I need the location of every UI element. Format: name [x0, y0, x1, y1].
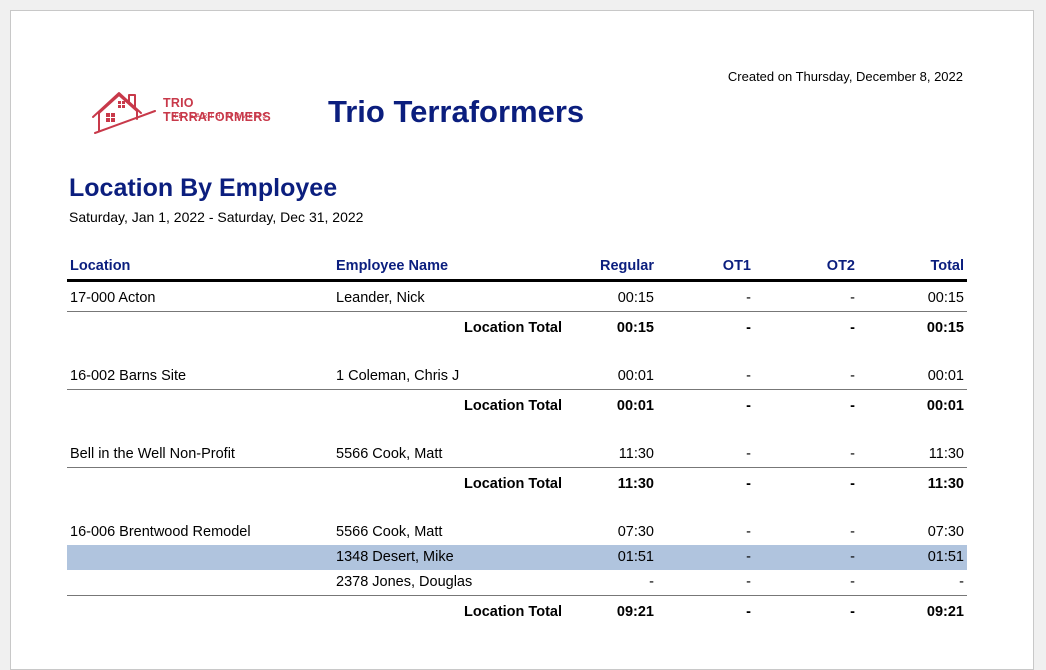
location-name: 16-006 Brentwood Remodel: [70, 524, 251, 540]
ot1-hours: -: [746, 446, 751, 462]
total-hours: 00:15: [927, 290, 964, 306]
total-total: 00:15: [926, 320, 964, 336]
column-header-ot2: OT2: [826, 258, 855, 274]
report-date-range: Saturday, Jan 1, 2022 - Saturday, Dec 31…: [69, 209, 364, 225]
total-ot1: -: [746, 476, 751, 492]
employee-name: 1 Coleman, Chris J: [336, 368, 460, 384]
location-total-label: Location Total: [463, 604, 562, 620]
location-total-row: Location Total 00:01 - - 00:01: [67, 390, 967, 422]
ot2-hours: -: [850, 549, 855, 565]
company-logo: TRIO TERRAFORMERS THE EARTH MOVERS: [89, 83, 299, 139]
total-hours: -: [959, 574, 964, 590]
total-total: 11:30: [927, 476, 964, 492]
column-header-regular: Regular: [600, 258, 654, 274]
table-row: 16-002 Barns Site 1 Coleman, Chris J 00:…: [67, 364, 967, 390]
employee-name: 5566 Cook, Matt: [336, 446, 443, 462]
regular-hours: 00:01: [617, 368, 654, 384]
column-header-location: Location: [70, 258, 131, 274]
ot1-hours: -: [746, 368, 751, 384]
regular-hours: -: [649, 574, 654, 590]
regular-hours: 11:30: [618, 446, 654, 462]
total-ot2: -: [850, 320, 855, 336]
column-header-ot1: OT1: [722, 258, 751, 274]
location-total-label: Location Total: [463, 320, 562, 336]
ot1-hours: -: [746, 524, 751, 540]
total-regular: 00:01: [616, 398, 654, 414]
ot1-hours: -: [746, 549, 751, 565]
total-regular: 11:30: [617, 476, 654, 492]
total-ot1: -: [746, 320, 751, 336]
table-row-highlighted: 1348 Desert, Mike 01:51 - - 01:51: [67, 545, 967, 570]
report-page: Created on Thursday, December 8, 2022 TR…: [10, 10, 1034, 670]
employee-name: 2378 Jones, Douglas: [336, 574, 473, 590]
total-regular: 00:15: [616, 320, 654, 336]
total-regular: 09:21: [616, 604, 654, 620]
total-ot1: -: [746, 398, 751, 414]
ot2-hours: -: [850, 446, 855, 462]
employee-name: Leander, Nick: [336, 290, 425, 306]
table-row: 16-006 Brentwood Remodel 5566 Cook, Matt…: [67, 520, 967, 545]
table-row: 2378 Jones, Douglas - - - -: [67, 570, 967, 596]
location-name: 16-002 Barns Site: [70, 368, 187, 384]
location-total-row: Location Total 11:30 - - 11:30: [67, 468, 967, 500]
location-name: Bell in the Well Non-Profit: [70, 446, 235, 462]
total-hours: 01:51: [927, 549, 964, 565]
report-title: Location By Employee: [69, 174, 338, 202]
total-total: 09:21: [926, 604, 964, 620]
location-total-row: Location Total 00:15 - - 00:15: [67, 312, 967, 344]
table-row: 17-000 Acton Leander, Nick 00:15 - - 00:…: [67, 286, 967, 312]
ot1-hours: -: [746, 574, 751, 590]
report-table: Location Employee Name Regular OT1 OT2 T…: [67, 255, 967, 628]
regular-hours: 01:51: [617, 549, 654, 565]
employee-name: 1348 Desert, Mike: [336, 549, 454, 565]
total-total: 00:01: [926, 398, 964, 414]
logo-tagline: THE EARTH MOVERS: [165, 113, 269, 120]
total-ot2: -: [850, 476, 855, 492]
regular-hours: 07:30: [617, 524, 654, 540]
ot2-hours: -: [850, 290, 855, 306]
total-ot1: -: [746, 604, 751, 620]
total-hours: 00:01: [927, 368, 964, 384]
location-total-label: Location Total: [463, 476, 562, 492]
ot2-hours: -: [850, 368, 855, 384]
ot2-hours: -: [850, 524, 855, 540]
location-total-label: Location Total: [463, 398, 562, 414]
table-row: Bell in the Well Non-Profit 5566 Cook, M…: [67, 442, 967, 468]
company-name: Trio Terraformers: [328, 94, 585, 129]
total-hours: 07:30: [927, 524, 964, 540]
location-total-row: Location Total 09:21 - - 09:21: [67, 596, 967, 628]
created-date: Created on Thursday, December 8, 2022: [727, 69, 963, 84]
employee-name: 5566 Cook, Matt: [336, 524, 443, 540]
total-hours: 11:30: [928, 446, 964, 462]
ot2-hours: -: [850, 574, 855, 590]
house-logo-icon: [92, 92, 156, 134]
location-name: 17-000 Acton: [70, 290, 156, 306]
column-header-total: Total: [930, 258, 964, 274]
total-ot2: -: [850, 604, 855, 620]
regular-hours: 00:15: [617, 290, 654, 306]
column-header-employee: Employee Name: [336, 258, 449, 274]
table-header-row: Location Employee Name Regular OT1 OT2 T…: [67, 255, 967, 282]
total-ot2: -: [850, 398, 855, 414]
ot1-hours: -: [746, 290, 751, 306]
